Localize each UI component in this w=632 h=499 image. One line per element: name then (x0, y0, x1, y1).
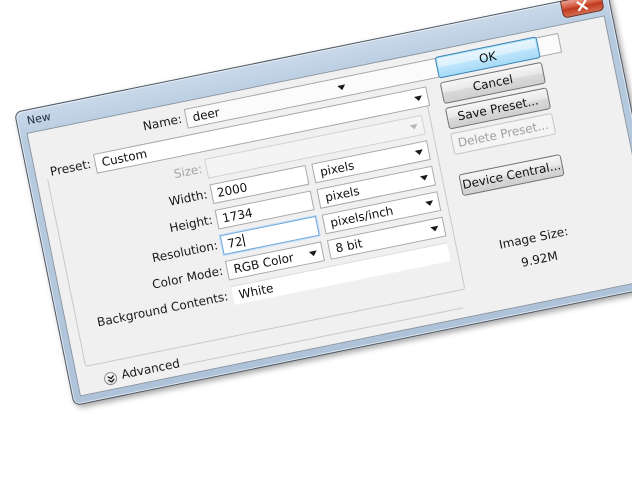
screenshot-canvas: New Name: deer Preset: Custom Size: Widt… (0, 0, 632, 499)
dialog-client-area: Name: deer Preset: Custom Size: Width: 2… (26, 15, 632, 397)
name-value: deer (191, 105, 221, 125)
device-central-button[interactable]: Device Central... (458, 153, 565, 197)
bit-depth-value: 8 bit (334, 236, 364, 256)
new-document-dialog: New Name: deer Preset: Custom Size: Widt… (14, 0, 632, 406)
close-icon (576, 0, 589, 12)
bit-depth-arrow-icon (430, 225, 440, 233)
resolution-value: 72 (226, 234, 244, 251)
width-unit-value: pixels (318, 158, 356, 180)
height-unit-value: pixels (323, 183, 361, 205)
size-dropdown-arrow-icon (409, 123, 419, 131)
height-unit-arrow-icon (419, 174, 429, 182)
dialog-title: New (25, 109, 52, 128)
width-value: 2000 (215, 180, 249, 200)
color-mode-arrow-icon (308, 250, 318, 257)
resolution-unit-arrow-icon (425, 200, 434, 207)
name-dropdown-arrow-icon (337, 84, 347, 91)
height-value: 1734 (221, 205, 254, 226)
advanced-label: Advanced (120, 356, 182, 382)
preset-dropdown-arrow-icon (414, 95, 423, 102)
width-unit-arrow-icon (414, 149, 424, 156)
image-size-label: Image Size: (497, 224, 570, 252)
double-chevron-down-icon (106, 374, 115, 383)
image-size-value: 9.92M (519, 248, 559, 270)
name-label: Name: (141, 111, 184, 134)
advanced-toggle-button[interactable] (102, 370, 119, 387)
background-contents-value: White (237, 281, 275, 302)
